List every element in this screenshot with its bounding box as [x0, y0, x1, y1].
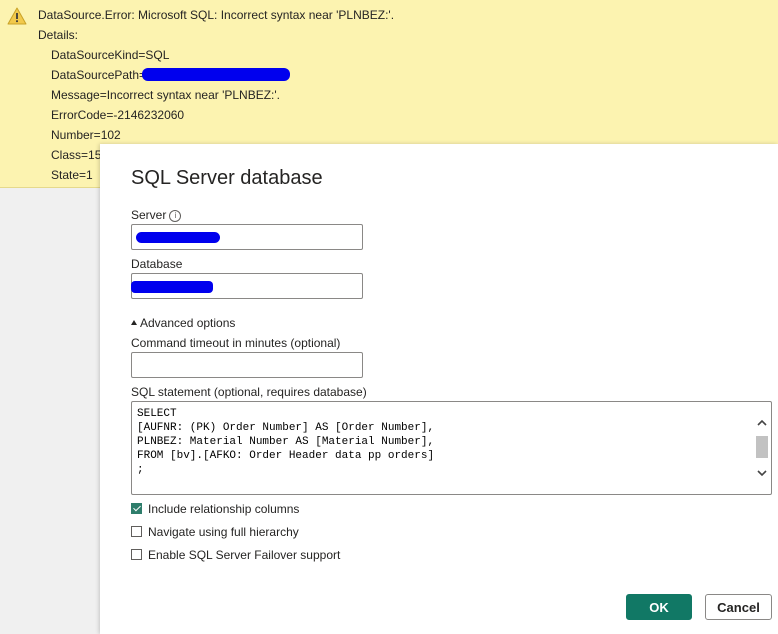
ok-button[interactable]: OK	[626, 594, 692, 620]
error-detail-number: Number=102	[51, 128, 121, 142]
caret-up-icon	[131, 320, 137, 326]
error-detail-state: State=1	[51, 168, 93, 182]
error-title: DataSource.Error: Microsoft SQL: Incorre…	[38, 8, 395, 22]
sql-statement-label: SQL statement (optional, requires databa…	[131, 385, 367, 399]
failover-checkbox-row[interactable]: Enable SQL Server Failover support	[131, 548, 340, 564]
scroll-up-icon[interactable]	[755, 416, 769, 430]
include-relationship-checkbox-row[interactable]: Include relationship columns	[131, 502, 299, 518]
error-detail-class: Class=15	[51, 148, 102, 162]
info-icon[interactable]: i	[169, 209, 182, 222]
server-label-text: Server	[131, 208, 167, 222]
redaction-mark	[142, 68, 290, 81]
timeout-field[interactable]	[132, 353, 362, 377]
warning-icon	[7, 7, 27, 25]
cancel-button[interactable]: Cancel	[705, 594, 772, 620]
redaction-mark	[131, 281, 213, 293]
checkbox-failover[interactable]	[131, 549, 142, 561]
navigate-hierarchy-checkbox-row[interactable]: Navigate using full hierarchy	[131, 525, 299, 541]
redaction-mark	[136, 232, 220, 243]
checkbox-navigate-hierarchy[interactable]	[131, 526, 142, 538]
scroll-down-icon[interactable]	[755, 466, 769, 480]
error-detail-message: Message=Incorrect syntax near 'PLNBEZ:'.	[51, 88, 281, 102]
checkbox-label: Navigate using full hierarchy	[148, 525, 299, 539]
advanced-options-label: Advanced options	[140, 316, 236, 330]
error-detail-kind: DataSourceKind=SQL	[51, 48, 170, 62]
database-label: Database	[131, 257, 183, 271]
dialog-title: SQL Server database	[131, 167, 323, 189]
scrollbar-thumb[interactable]	[756, 436, 768, 458]
timeout-label: Command timeout in minutes (optional)	[131, 336, 341, 350]
sql-server-dialog: SQL Server database Server i Database Adv…	[100, 144, 778, 634]
checkbox-label: Include relationship columns	[148, 502, 300, 516]
sql-statement-textarea[interactable]: SELECT [AUFNR: (PK) Order Number] AS [Or…	[131, 401, 772, 495]
checkbox-label: Enable SQL Server Failover support	[148, 548, 341, 562]
advanced-options-toggle[interactable]: Advanced options	[131, 316, 235, 330]
error-detail-path: DataSourcePath=	[51, 68, 147, 82]
server-label: Server i	[131, 208, 182, 222]
sql-statement-text[interactable]: SELECT [AUFNR: (PK) Order Number] AS [Or…	[137, 407, 751, 477]
timeout-input[interactable]	[131, 352, 363, 378]
checkbox-include-relationship[interactable]	[131, 503, 142, 515]
error-detail-code: ErrorCode=-2146232060	[51, 108, 185, 122]
error-details-label: Details:	[38, 28, 79, 42]
